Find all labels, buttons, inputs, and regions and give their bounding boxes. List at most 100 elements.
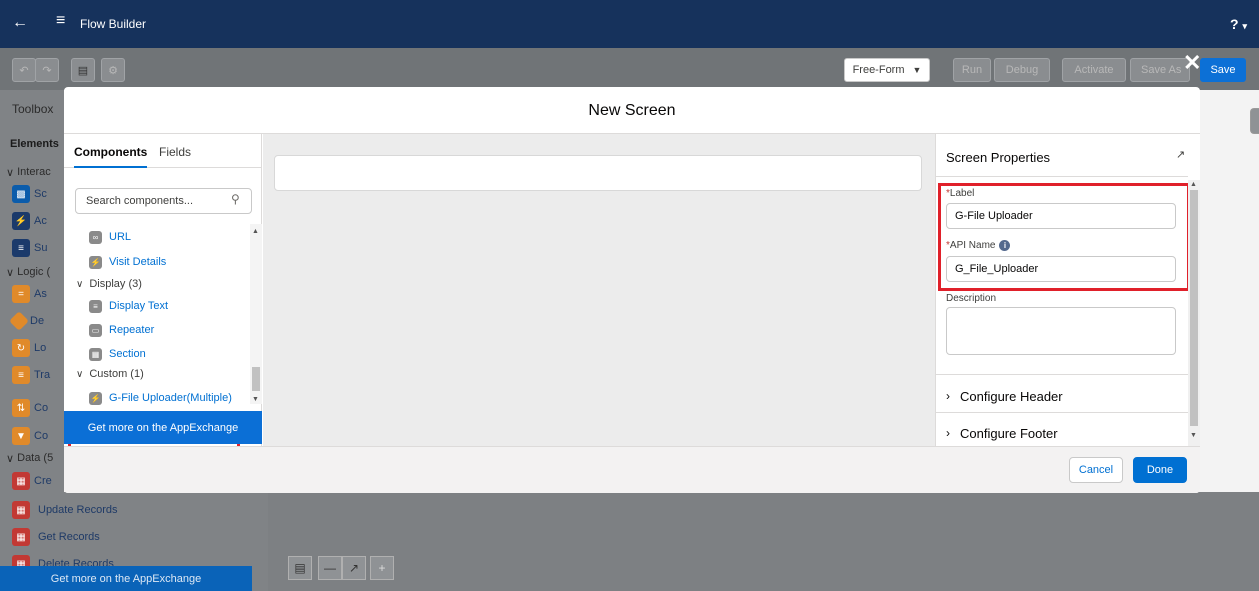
tab-fields[interactable]: Fields (159, 145, 191, 159)
toolbox-item[interactable]: ▦ Cre (0, 471, 52, 491)
screen-header-placeholder[interactable] (274, 155, 922, 191)
toolbox-appexchange-link[interactable]: Get more on the AppExchange (0, 566, 252, 591)
subflow-icon: ≡ (12, 239, 30, 257)
component-g-file-uploader[interactable]: ⚡ G-File Uploader(Multiple) (89, 389, 232, 407)
configure-footer-toggle[interactable]: › Configure Footer (946, 422, 1058, 444)
toolbox-item-label: Ac (34, 215, 47, 227)
toolbox-item-label: Su (34, 242, 48, 254)
save-button[interactable]: Save (1200, 58, 1246, 82)
settings-button[interactable]: ⚙ (101, 58, 125, 82)
toolbox-item-label: Tra (34, 369, 51, 381)
toggle-toolbox-button[interactable]: ▤ (71, 58, 95, 82)
toolbox-group-logic[interactable]: ∨ Logic ( (0, 262, 50, 282)
toolbox-group-data[interactable]: ∨ Data (5 (0, 448, 53, 468)
toolbox-item-label: Lo (34, 342, 47, 354)
toolbox-item[interactable]: ▩ Sc (0, 184, 47, 204)
toolbox-item[interactable]: ⇅ Co (0, 398, 48, 418)
description-field-label: Description (946, 293, 997, 304)
chevron-right-icon: › (946, 389, 950, 403)
toolbox-group-interaction[interactable]: ∨ Interac (0, 162, 51, 182)
divider (936, 412, 1188, 413)
debug-button[interactable]: Debug (994, 58, 1050, 82)
scroll-thumb[interactable] (1190, 190, 1198, 426)
scroll-down-icon[interactable]: ▼ (252, 396, 259, 403)
toolbox-item-label: Update Records (38, 504, 118, 516)
close-modal-icon[interactable]: ✕ (1183, 50, 1201, 76)
component-repeater[interactable]: ▭ Repeater (89, 321, 154, 339)
toolbar: ↶ ↷ ▤ ⚙ Free-Form ▼ Run Debug Activate S… (0, 48, 1259, 90)
cancel-button[interactable]: Cancel (1069, 457, 1123, 483)
toolbox-item[interactable]: ≡ Su (0, 238, 47, 258)
properties-title: Screen Properties (946, 150, 1051, 165)
toolbox-item[interactable]: = As (0, 284, 47, 304)
expand-icon[interactable]: ↗ (1176, 148, 1185, 161)
toolbox-item-label: Sc (34, 188, 47, 200)
section-label: Configure Footer (960, 425, 1058, 441)
appexchange-link[interactable]: Get more on the AppExchange (64, 411, 262, 444)
section-label: Configure Header (960, 388, 1063, 404)
component-group-custom[interactable]: ∨ Custom (1) (76, 365, 144, 383)
component-label: Repeater (109, 324, 155, 336)
toolbox-item[interactable]: ⚡ Ac (0, 211, 47, 231)
flow-icon: ≡ (56, 12, 66, 29)
scroll-up-icon[interactable]: ▲ (252, 228, 259, 235)
transform-icon: ≡ (12, 366, 30, 384)
toolbox-item[interactable]: ▼ Co (0, 426, 48, 446)
component-visit-details[interactable]: ⚡ Visit Details (89, 253, 166, 271)
screen-properties-panel: Screen Properties ↗ *Label *API Namei De… (935, 134, 1200, 446)
app-title: Flow Builder (80, 17, 147, 31)
scroll-down-icon[interactable]: ▼ (1190, 432, 1197, 439)
loop-icon: ↻ (12, 339, 30, 357)
toolbox-item-get-records[interactable]: ▦ Get Records (0, 527, 100, 547)
component-display-text[interactable]: ≡ Display Text (89, 297, 168, 315)
component-group-display[interactable]: ∨ Display (3) (76, 275, 142, 293)
component-label: Section (109, 348, 146, 360)
group-label: Display (3) (89, 278, 142, 290)
toolbox-item[interactable]: De (0, 311, 44, 331)
canvas-mode-label: Free-Form (852, 64, 905, 76)
tab-components[interactable]: Components (74, 145, 148, 168)
fit-view-button[interactable]: ▤ (288, 556, 312, 580)
toolbox-item[interactable]: ↻ Lo (0, 338, 46, 358)
toolbox-item[interactable]: ≡ Tra (0, 365, 50, 385)
scroll-thumb[interactable] (252, 367, 260, 391)
help-menu[interactable]: ? ▾ (1230, 16, 1247, 32)
highlight-box (938, 183, 1190, 291)
reset-zoom-button[interactable]: ↗ (342, 556, 366, 580)
toolbox-icon: ▤ (77, 64, 89, 77)
save-as-button[interactable]: Save As (1130, 58, 1190, 82)
component-label: G-File Uploader(Multiple) (109, 392, 232, 404)
undo-icon: ↶ (19, 64, 29, 77)
toolbox-title: Toolbox (12, 102, 54, 116)
canvas-mode-select[interactable]: Free-Form ▼ (844, 58, 930, 82)
elements-tab[interactable]: Elements (10, 138, 59, 150)
decision-icon (9, 311, 29, 331)
toolbox-item-update-records[interactable]: ▦ Update Records (0, 500, 118, 520)
back-arrow-icon[interactable]: ← (12, 14, 28, 32)
chevron-down-icon: ∨ (76, 278, 84, 290)
component-section[interactable]: ▦ Section (89, 345, 146, 363)
toolbox-item-label: De (30, 315, 45, 327)
done-button[interactable]: Done (1133, 457, 1187, 483)
plus-icon: + (378, 561, 386, 575)
component-url[interactable]: ∞ URL (89, 228, 131, 246)
zoom-out-button[interactable]: — (318, 556, 342, 580)
configure-header-toggle[interactable]: › Configure Header (946, 385, 1063, 407)
panel-scroll-handle[interactable] (1250, 108, 1259, 134)
search-components-input[interactable] (75, 188, 252, 214)
zoom-in-button[interactable]: + (370, 556, 394, 580)
chevron-down-icon: ∨ (6, 166, 15, 179)
screen-canvas (263, 134, 935, 446)
scroll-up-icon[interactable]: ▲ (1190, 181, 1197, 188)
divider (936, 176, 1188, 177)
run-button[interactable]: Run (953, 58, 991, 82)
redo-icon: ↷ (42, 64, 52, 77)
description-textarea[interactable] (946, 307, 1176, 355)
minus-icon: — (324, 561, 336, 575)
chevron-down-icon: ∨ (76, 368, 84, 380)
toolbox-group-label: Interac (17, 166, 51, 178)
modal-title: New Screen (64, 87, 1200, 134)
redo-button[interactable]: ↷ (35, 58, 59, 82)
activate-button[interactable]: Activate (1062, 58, 1126, 82)
undo-button[interactable]: ↶ (12, 58, 36, 82)
